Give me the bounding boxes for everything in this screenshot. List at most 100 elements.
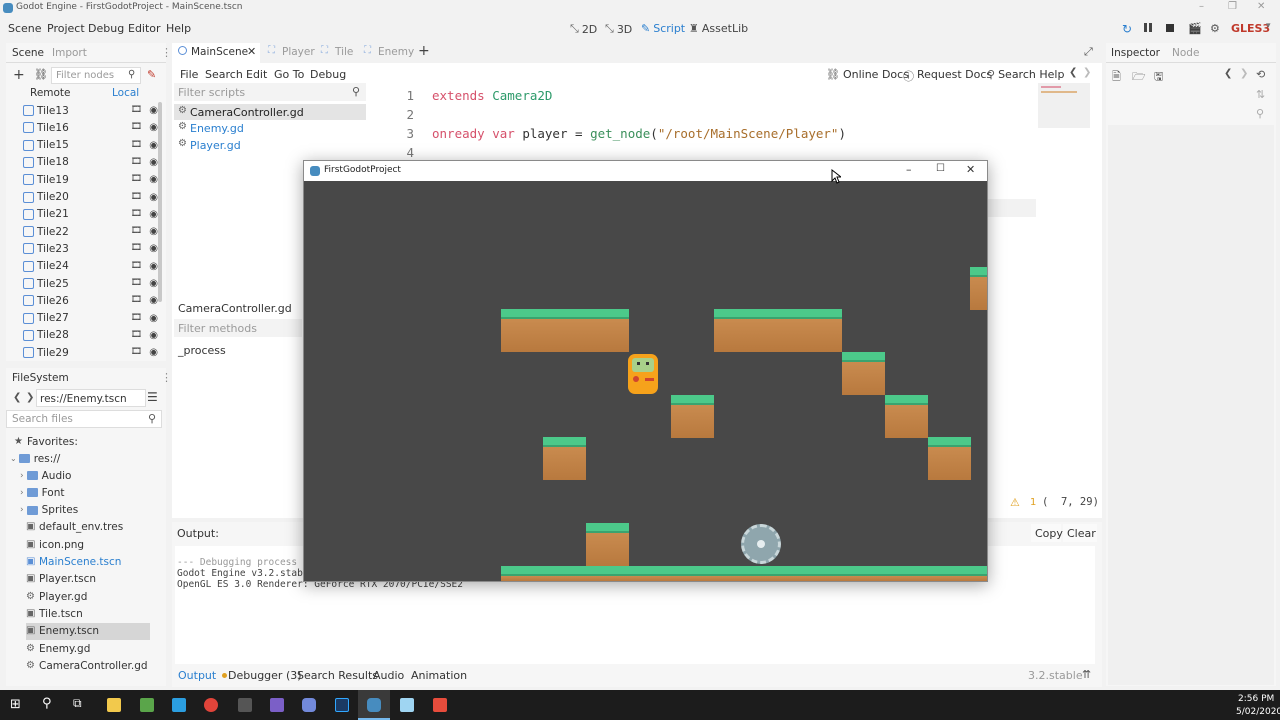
- file-row[interactable]: ⚙ CameraController.gd: [26, 657, 150, 674]
- tab-scene[interactable]: Scene: [12, 47, 44, 59]
- mode-2d-button[interactable]: ⤡ 2D: [570, 22, 597, 36]
- open-folder-icon[interactable]: 🗁: [1132, 68, 1146, 87]
- visibility-eye-icon[interactable]: ◉: [149, 347, 158, 358]
- dock-menu-icon[interactable]: ⋮: [161, 371, 172, 384]
- code-minimap[interactable]: [1038, 83, 1090, 128]
- film-icon[interactable]: 🎞: [131, 243, 142, 253]
- clock-time[interactable]: 2:56 PM: [1238, 694, 1274, 704]
- scene-tree-node[interactable]: Tile29 🎞 ◉: [16, 344, 161, 360]
- unity-icon[interactable]: [238, 698, 252, 712]
- vscode-icon[interactable]: [172, 698, 186, 712]
- copy-button[interactable]: Copy: [1031, 524, 1063, 542]
- path-field[interactable]: res://Enemy.tscn: [36, 389, 146, 407]
- scene-tree-node[interactable]: Tile25 🎞 ◉: [16, 275, 161, 292]
- minecraft-icon[interactable]: [140, 698, 154, 712]
- new-resource-icon[interactable]: 🗎: [1112, 68, 1121, 87]
- scene-tree-node[interactable]: Tile28 🎞 ◉: [16, 327, 161, 344]
- clock-date[interactable]: 5/02/2020: [1236, 707, 1280, 717]
- script-menu-search[interactable]: Search: [205, 68, 243, 81]
- film-icon[interactable]: 🎞: [131, 261, 142, 271]
- clear-button[interactable]: Clear: [1063, 524, 1097, 542]
- add-scene-tab-icon[interactable]: +: [418, 43, 430, 59]
- renderer-label[interactable]: GLES3: [1231, 22, 1270, 35]
- file-row[interactable]: › Sprites: [20, 502, 150, 519]
- object-settings-icon[interactable]: ⇅: [1256, 88, 1265, 101]
- search-help-button[interactable]: ⚲ Search Help: [987, 68, 1064, 81]
- film-icon[interactable]: 🎞: [131, 347, 142, 357]
- scene-tree-node[interactable]: Tile21 🎞 ◉: [16, 206, 161, 223]
- script-menu-goto[interactable]: Go To: [274, 68, 304, 81]
- tab-enemy[interactable]: ⛶ Enemy: [362, 43, 414, 63]
- menu-debug[interactable]: Debug: [88, 22, 124, 35]
- tab-player[interactable]: ⛶ Player: [266, 43, 316, 63]
- search-icon[interactable]: ⚲: [1256, 107, 1264, 120]
- online-docs-button[interactable]: ⛓ Online Docs: [826, 68, 909, 81]
- film-icon[interactable]: 🎞: [131, 140, 142, 150]
- request-docs-button[interactable]: ⓘ Request Docs: [903, 68, 992, 84]
- tab-import[interactable]: Import: [52, 47, 87, 59]
- file-row[interactable]: ⚙ Player.gd: [26, 588, 150, 605]
- restore-icon[interactable]: ❐: [1228, 1, 1237, 12]
- visibility-eye-icon[interactable]: ◉: [149, 122, 158, 133]
- menu-editor[interactable]: Editor: [128, 22, 161, 35]
- film-icon[interactable]: 🎞: [131, 226, 142, 236]
- minimize-icon[interactable]: –: [1199, 1, 1204, 12]
- pause-icon[interactable]: [1144, 23, 1152, 32]
- game-window-titlebar[interactable]: FirstGodotProject – ☐ ✕: [304, 161, 987, 181]
- file-row[interactable]: ▣ Enemy.tscn: [26, 622, 150, 640]
- file-row[interactable]: ▣ Tile.tscn: [26, 605, 150, 622]
- scene-tree-node[interactable]: Tile20 🎞 ◉: [16, 189, 161, 206]
- stop-icon[interactable]: [1166, 24, 1174, 32]
- file-row[interactable]: ▣ Player.tscn: [26, 571, 150, 588]
- chevron-down-icon[interactable]: ▾: [1266, 21, 1271, 31]
- forward-icon[interactable]: ❯: [1083, 67, 1091, 78]
- app-icon[interactable]: [433, 698, 447, 712]
- visibility-eye-icon[interactable]: ◉: [149, 261, 158, 272]
- scene-tree-node[interactable]: Tile16 🎞 ◉: [16, 119, 161, 136]
- visibility-eye-icon[interactable]: ◉: [149, 209, 158, 220]
- method-item[interactable]: _process: [178, 344, 226, 357]
- visibility-eye-icon[interactable]: ◉: [149, 313, 158, 324]
- task-view-icon[interactable]: ⧉: [73, 696, 82, 711]
- file-explorer-icon[interactable]: [107, 698, 121, 712]
- back-icon[interactable]: ❮: [13, 392, 21, 403]
- filter-scripts-input[interactable]: Filter scripts ⚲: [174, 83, 366, 101]
- menu-help[interactable]: Help: [166, 22, 191, 35]
- mode-assetlib-button[interactable]: ♜ AssetLib: [689, 22, 748, 35]
- visibility-eye-icon[interactable]: ◉: [149, 157, 158, 168]
- visibility-eye-icon[interactable]: ◉: [149, 192, 158, 203]
- script-menu-debug[interactable]: Debug: [310, 68, 346, 81]
- visibility-eye-icon[interactable]: ◉: [149, 330, 158, 341]
- discord-icon[interactable]: [302, 698, 316, 712]
- favorites-row[interactable]: ★ Favorites:: [14, 433, 78, 450]
- close-tab-icon[interactable]: ✕: [247, 45, 256, 58]
- search-icon[interactable]: ⚲: [42, 696, 52, 711]
- film-icon[interactable]: 🎞: [131, 209, 142, 219]
- notepad-icon[interactable]: [400, 698, 414, 712]
- scene-tree-node[interactable]: Tile19 🎞 ◉: [16, 171, 161, 188]
- forward-icon[interactable]: ❯: [1240, 68, 1248, 79]
- game-viewport[interactable]: [304, 181, 987, 581]
- play-custom-icon[interactable]: ⚙: [1210, 22, 1220, 35]
- bottom-tab-output[interactable]: Output: [178, 669, 216, 682]
- add-node-icon[interactable]: +: [13, 67, 25, 83]
- film-icon[interactable]: 🎞: [131, 105, 142, 115]
- visibility-eye-icon[interactable]: ◉: [149, 174, 158, 185]
- file-row[interactable]: ▣ MainScene.tscn: [26, 554, 150, 571]
- scene-tree-node[interactable]: Tile18 🎞 ◉: [16, 154, 161, 171]
- minimize-icon[interactable]: –: [906, 163, 912, 176]
- film-icon[interactable]: 🎞: [131, 330, 142, 340]
- tab-node[interactable]: Node: [1172, 47, 1199, 59]
- back-icon[interactable]: ❮: [1069, 67, 1077, 78]
- file-row[interactable]: ▣ default_env.tres: [26, 519, 150, 536]
- visibility-eye-icon[interactable]: ◉: [149, 140, 158, 151]
- play-scene-icon[interactable]: 🎬: [1188, 22, 1202, 35]
- mode-3d-button[interactable]: ⤡ 3D: [605, 22, 632, 36]
- menu-project[interactable]: Project: [47, 22, 85, 35]
- warning-icon[interactable]: ⚠: [1010, 496, 1020, 509]
- scene-tree-node[interactable]: Tile24 🎞 ◉: [16, 258, 161, 275]
- link-icon[interactable]: ⛓: [34, 68, 48, 81]
- scene-tree-node[interactable]: Tile26 🎞 ◉: [16, 292, 161, 309]
- bottom-tab-search-results[interactable]: Search Results: [297, 669, 378, 682]
- film-icon[interactable]: 🎞: [131, 122, 142, 132]
